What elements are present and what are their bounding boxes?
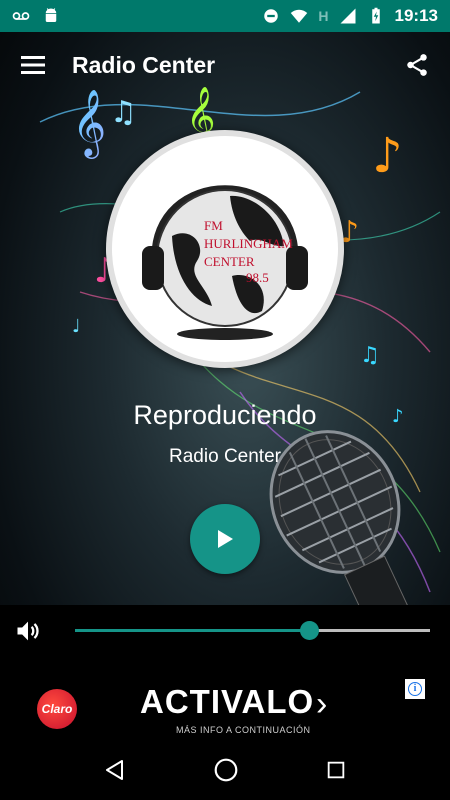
logo-line-4: 98.5 bbox=[246, 270, 269, 285]
volume-slider[interactable] bbox=[75, 621, 430, 640]
volume-icon[interactable] bbox=[14, 617, 42, 645]
volume-slider-thumb[interactable] bbox=[300, 621, 320, 640]
home-icon[interactable] bbox=[213, 757, 239, 783]
ad-headline: ACTIVALO bbox=[140, 683, 315, 720]
signal-icon bbox=[340, 8, 356, 24]
app-bar: Radio Center bbox=[0, 32, 450, 98]
ad-brand: Claro bbox=[41, 702, 73, 716]
network-type-label: H bbox=[318, 8, 329, 24]
svg-text:𝄞: 𝄞 bbox=[72, 88, 106, 159]
android-icon bbox=[45, 8, 57, 22]
logo-line-1: FM bbox=[204, 218, 223, 233]
station-logo: FM HURLINGHAM CENTER 98.5 bbox=[142, 185, 308, 340]
back-icon[interactable] bbox=[103, 758, 127, 782]
do-not-disturb-icon bbox=[264, 9, 279, 23]
app-title: Radio Center bbox=[72, 51, 216, 78]
ad-info-button[interactable]: i bbox=[405, 679, 425, 699]
volume-control bbox=[0, 605, 450, 655]
info-icon: i bbox=[408, 682, 422, 696]
logo-line-2: HURLINGHAM bbox=[204, 236, 293, 251]
wifi-icon bbox=[291, 9, 308, 23]
recents-icon[interactable] bbox=[325, 759, 347, 781]
hamburger-menu-icon[interactable] bbox=[20, 54, 46, 76]
volume-slider-fill bbox=[75, 629, 310, 632]
share-icon[interactable] bbox=[404, 52, 430, 78]
ad-subtext: MÁS INFO A CONTINUACIÓN bbox=[176, 725, 311, 735]
station-name: Radio Center bbox=[169, 446, 281, 467]
chevron-right-icon: › bbox=[316, 685, 328, 723]
play-icon bbox=[218, 530, 233, 548]
svg-text:♩: ♩ bbox=[72, 316, 81, 337]
battery-charging-icon bbox=[371, 7, 380, 24]
svg-text:♫: ♫ bbox=[360, 343, 380, 368]
status-bar: H 19:13 bbox=[0, 0, 450, 32]
status-time: 19:13 bbox=[394, 6, 438, 25]
logo-line-3: CENTER bbox=[204, 254, 255, 269]
svg-text:♪: ♪ bbox=[372, 128, 403, 184]
system-nav-bar bbox=[0, 740, 450, 800]
svg-text:♫: ♫ bbox=[110, 95, 137, 130]
claro-logo: Claro bbox=[37, 689, 77, 729]
station-cover-art: FM HURLINGHAM CENTER 98.5 bbox=[106, 130, 344, 368]
playback-status: Reproduciendo bbox=[133, 400, 317, 430]
voicemail-icon bbox=[12, 12, 30, 20]
ad-banner[interactable]: Claro ACTIVALO › MÁS INFO A CONTINUACIÓN… bbox=[0, 655, 450, 752]
play-button[interactable] bbox=[190, 504, 260, 574]
